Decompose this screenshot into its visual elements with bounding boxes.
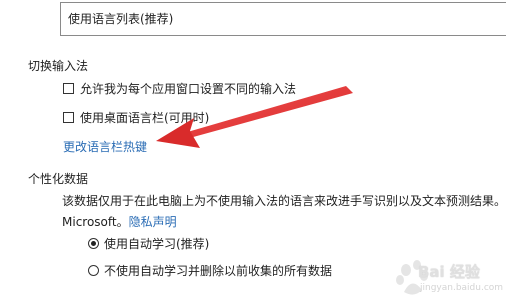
privacy-statement-link[interactable]: 隐私声明: [129, 215, 177, 229]
auto-learning-option[interactable]: 使用自动学习(推荐): [88, 234, 209, 252]
switch-input-method-heading: 切换输入法: [28, 59, 89, 73]
allow-per-app-input-method-option[interactable]: 允许我为每个应用窗口设置不同的输入法: [63, 79, 296, 97]
no-auto-learning-label: 不使用自动学习并删除以前收集的所有数据: [104, 263, 333, 278]
desktop-language-bar-option[interactable]: 使用桌面语言栏(可用时): [63, 108, 209, 126]
allow-per-app-input-method-label: 允许我为每个应用窗口设置不同的输入法: [80, 81, 297, 96]
language-list-select[interactable]: 使用语言列表(推荐): [60, 2, 506, 36]
personalization-description-line-2: Microsoft。隐私声明: [62, 212, 506, 233]
allow-per-app-input-method-checkbox[interactable]: [63, 82, 74, 94]
language-settings-page: 使用语言列表(推荐) 切换输入法 允许我为每个应用窗口设置不同的输入法 使用桌面…: [0, 0, 506, 302]
auto-learning-radio[interactable]: [88, 237, 99, 249]
no-auto-learning-radio[interactable]: [88, 264, 99, 276]
personalization-description-line-1: 该数据仅用于在此电脑上为不使用输入法的语言来改进手写识别以及文本预测结果。不: [62, 194, 506, 208]
personalization-description: 该数据仅用于在此电脑上为不使用输入法的语言来改进手写识别以及文本预测结果。不 M…: [62, 191, 506, 233]
language-list-select-value: 使用语言列表(推荐): [68, 12, 174, 26]
auto-learning-label: 使用自动学习(推荐): [104, 236, 210, 251]
desktop-language-bar-label: 使用桌面语言栏(可用时): [80, 110, 210, 125]
desktop-language-bar-checkbox[interactable]: [63, 111, 74, 123]
personalization-data-heading: 个性化数据: [28, 172, 89, 186]
personalization-description-line-2-prefix: Microsoft。: [62, 215, 129, 229]
no-auto-learning-option[interactable]: 不使用自动学习并删除以前收集的所有数据: [88, 261, 332, 279]
baidu-watermark-url: jingyan.baidu.com: [420, 283, 504, 293]
baidu-watermark-text: Bai 经验: [418, 263, 480, 281]
change-language-bar-hotkeys-link[interactable]: 更改语言栏热键: [63, 138, 147, 155]
